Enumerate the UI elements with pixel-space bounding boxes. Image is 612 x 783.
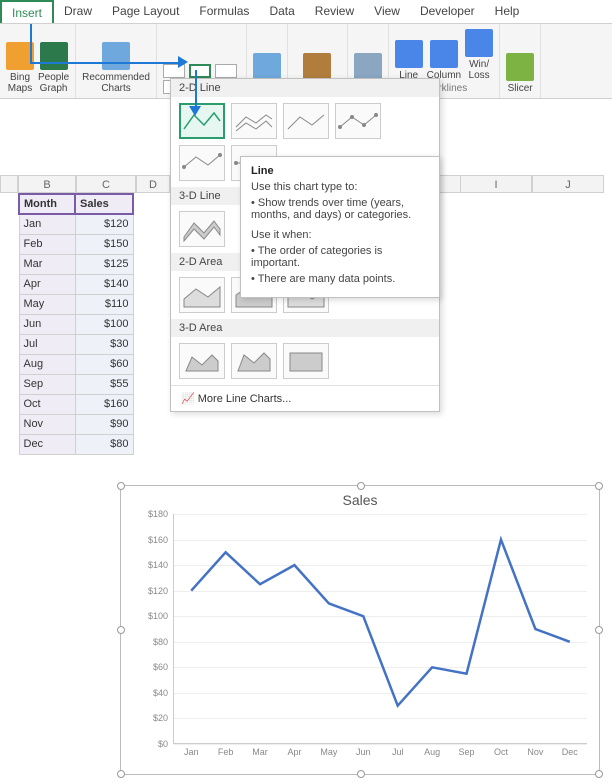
chart-object[interactable]: Sales $0$20$40$60$80$100$120$140$160$180… [120, 485, 600, 775]
table-row[interactable]: Feb$150 [19, 234, 133, 254]
chart-series-line[interactable] [191, 540, 570, 706]
table-row[interactable]: May$110 [19, 294, 133, 314]
header-sales[interactable]: Sales [75, 194, 133, 214]
more-charts-icon: 📈 [181, 393, 195, 405]
3d-stacked-area-option[interactable] [231, 343, 277, 379]
chart-type-line-icon[interactable] [189, 64, 211, 78]
tab-review[interactable]: Review [305, 0, 364, 23]
recommended-charts-button[interactable]: Recommended Charts [82, 42, 150, 94]
x-axis-label: May [320, 747, 337, 757]
sparkline-column-icon [430, 40, 458, 68]
sparkline-line-icon [395, 40, 423, 68]
table-row[interactable]: Oct$160 [19, 394, 133, 414]
stacked-line-markers-option[interactable] [179, 145, 225, 181]
x-axis-label: Sep [459, 747, 475, 757]
3d-line-option[interactable] [179, 211, 225, 247]
chart-title[interactable]: Sales [121, 486, 599, 514]
tab-developer[interactable]: Developer [410, 0, 485, 23]
table-row[interactable]: Aug$60 [19, 354, 133, 374]
chart-type-pie-icon[interactable] [215, 64, 237, 78]
x-axis-label: Nov [527, 747, 543, 757]
table-row[interactable]: Jul$30 [19, 334, 133, 354]
table-row[interactable]: Nov$90 [19, 414, 133, 434]
x-axis-label: Dec [562, 747, 578, 757]
3d-area-option[interactable] [179, 343, 225, 379]
sparkline-winloss-icon [465, 29, 493, 57]
table-header-row: Month Sales [19, 194, 133, 214]
slicer-button[interactable]: Slicer [506, 53, 534, 94]
dropdown-section-3d-area: 3-D Area [171, 319, 439, 337]
colhdr-j[interactable]: J [532, 175, 604, 193]
sparkline-winloss-button[interactable]: Win/ Loss [465, 29, 493, 81]
colhdr-d[interactable]: D [136, 175, 170, 193]
colhdr-b[interactable]: B [18, 175, 76, 193]
table-row[interactable]: Sep$55 [19, 374, 133, 394]
x-axis-label: Jun [356, 747, 371, 757]
pivotchart-icon [303, 53, 331, 81]
x-axis-label: Feb [218, 747, 234, 757]
line-markers-option[interactable] [335, 103, 381, 139]
100-stacked-line-option[interactable] [283, 103, 329, 139]
slicer-icon [506, 53, 534, 81]
sparkline-line-button[interactable]: Line [395, 40, 423, 81]
table-row[interactable]: Jun$100 [19, 314, 133, 334]
x-axis-label: Apr [287, 747, 301, 757]
recommended-charts-icon [102, 42, 130, 70]
chart-tooltip: Line Use this chart type to: • Show tren… [240, 156, 440, 298]
data-table[interactable]: Month Sales Jan$120Feb$150Mar$125Apr$140… [18, 193, 134, 455]
x-axis-label: Aug [424, 747, 440, 757]
stacked-line-option[interactable] [231, 103, 277, 139]
tab-help[interactable]: Help [485, 0, 530, 23]
table-row[interactable]: Jan$120 [19, 214, 133, 234]
tab-draw[interactable]: Draw [54, 0, 102, 23]
area-option[interactable] [179, 277, 225, 313]
data-table-area: Month Sales Jan$120Feb$150Mar$125Apr$140… [18, 193, 134, 455]
tab-formulas[interactable]: Formulas [189, 0, 259, 23]
colhdr-c[interactable]: C [76, 175, 136, 193]
x-axis-label: Mar [252, 747, 268, 757]
3d-map-icon [354, 53, 382, 81]
chart-plot-area[interactable]: $0$20$40$60$80$100$120$140$160$180JanFeb… [173, 514, 587, 744]
colhdr-i[interactable]: I [460, 175, 532, 193]
tab-page-layout[interactable]: Page Layout [102, 0, 189, 23]
ribbon-tabs: Insert Draw Page Layout Formulas Data Re… [0, 0, 612, 24]
table-row[interactable]: Apr$140 [19, 274, 133, 294]
maps-icon [253, 53, 281, 81]
x-axis-label: Jan [184, 747, 199, 757]
header-month[interactable]: Month [19, 194, 75, 214]
tab-view[interactable]: View [364, 0, 410, 23]
sparkline-column-button[interactable]: Column [427, 40, 461, 81]
3d-100-stacked-area-option[interactable] [283, 343, 329, 379]
table-row[interactable]: Mar$125 [19, 254, 133, 274]
more-line-charts-link[interactable]: 📈 More Line Charts... [171, 385, 439, 411]
people-graph-icon [40, 42, 68, 70]
dropdown-section-2d-line: 2-D Line [171, 79, 439, 97]
tab-data[interactable]: Data [259, 0, 304, 23]
tab-insert[interactable]: Insert [0, 0, 54, 23]
tooltip-title: Line [251, 165, 429, 177]
table-row[interactable]: Dec$80 [19, 434, 133, 454]
x-axis-label: Oct [494, 747, 508, 757]
x-axis-label: Jul [392, 747, 404, 757]
line-chart-option[interactable] [179, 103, 225, 139]
people-graph-button[interactable]: People Graph [38, 42, 69, 94]
